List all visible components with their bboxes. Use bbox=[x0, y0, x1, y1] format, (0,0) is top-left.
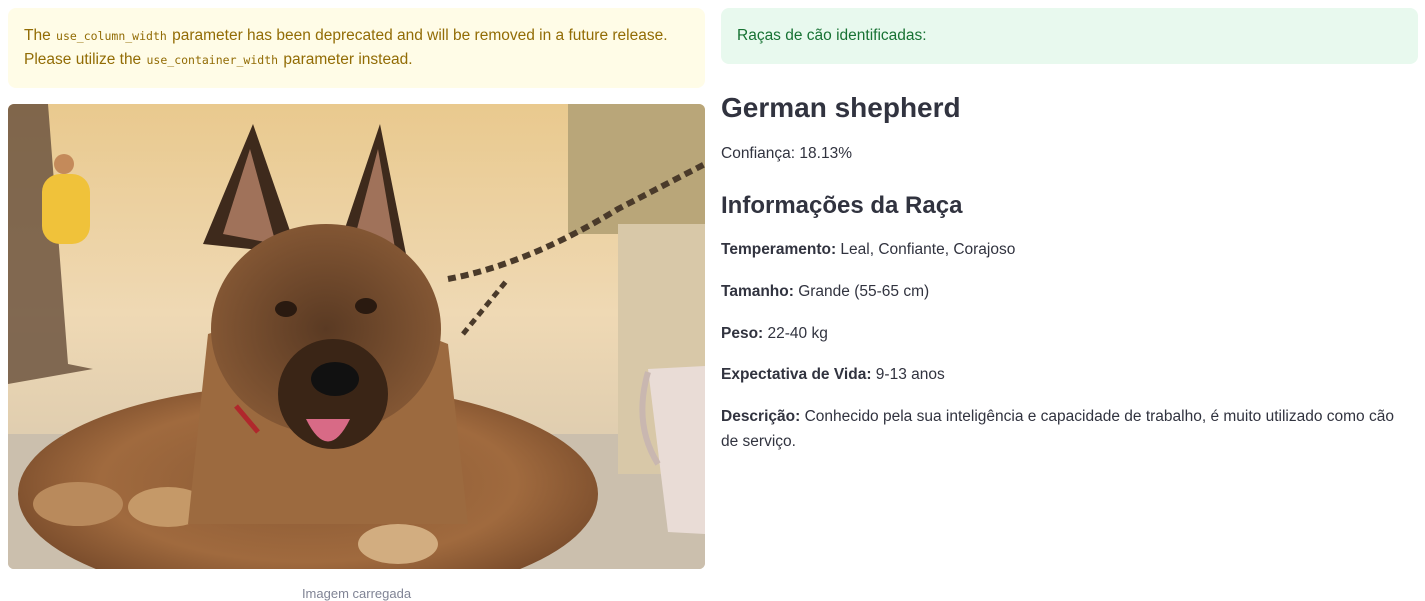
app-page: The use_column_width parameter has been … bbox=[0, 0, 1425, 601]
code-use-column-width: use_column_width bbox=[56, 29, 167, 43]
left-column: The use_column_width parameter has been … bbox=[8, 8, 705, 601]
info-label: Tamanho: bbox=[721, 283, 794, 300]
uploaded-dog-image[interactable] bbox=[8, 104, 705, 569]
info-value: Grande (55-65 cm) bbox=[793, 283, 930, 300]
info-size: Tamanho: Grande (55-65 cm) bbox=[721, 279, 1411, 304]
info-temperament: Temperamento: Leal, Confiante, Corajoso bbox=[721, 237, 1411, 262]
info-label: Temperamento: bbox=[721, 241, 837, 258]
breed-info-heading: Informações da Raça bbox=[721, 192, 963, 219]
code-use-container-width: use_container_width bbox=[146, 53, 279, 67]
warning-line-1: The use_column_width parameter has been … bbox=[24, 27, 668, 44]
info-value: Conhecido pela sua inteligência e capaci… bbox=[721, 408, 1394, 450]
info-label: Peso: bbox=[721, 325, 764, 342]
info-label: Expectativa de Vida: bbox=[721, 366, 872, 383]
success-message: Raças de cão identificadas: bbox=[721, 8, 1418, 64]
warning-line-2: Please utilize the use_container_width p… bbox=[24, 51, 413, 68]
info-life-expectancy: Expectativa de Vida: 9-13 anos bbox=[721, 362, 1411, 387]
info-value: Leal, Confiante, Corajoso bbox=[836, 241, 1016, 258]
info-value: 9-13 anos bbox=[871, 366, 945, 383]
breed-title: German shepherd bbox=[721, 92, 961, 123]
info-value: 22-40 kg bbox=[763, 325, 828, 342]
success-text: Raças de cão identificadas: bbox=[737, 27, 927, 44]
deprecation-warning: The use_column_width parameter has been … bbox=[8, 8, 705, 88]
image-caption: Imagem carregada bbox=[301, 586, 412, 601]
info-label: Descrição: bbox=[721, 408, 801, 425]
info-weight: Peso: 22-40 kg bbox=[721, 321, 1411, 346]
confidence-text: Confiança: 18.13% bbox=[721, 145, 852, 162]
dog-photo bbox=[8, 104, 705, 569]
info-description: Descrição: Conhecido pela sua inteligênc… bbox=[721, 404, 1411, 454]
right-column: Raças de cão identificadas: German sheph… bbox=[721, 8, 1418, 450]
